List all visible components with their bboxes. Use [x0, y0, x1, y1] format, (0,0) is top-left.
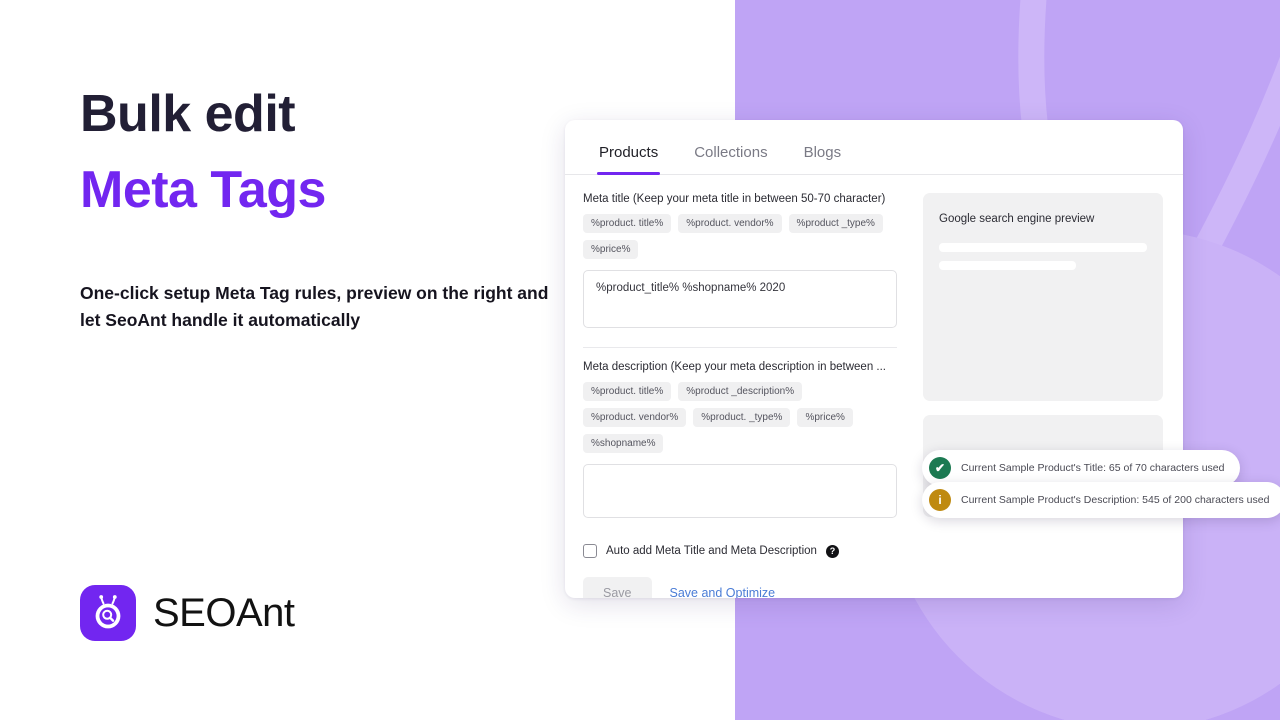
chip-desc-product-title[interactable]: %product. title%: [583, 382, 672, 401]
auto-add-checkbox[interactable]: [583, 544, 597, 558]
meta-description-input[interactable]: [583, 464, 897, 518]
preview-skeleton-line-1: [939, 243, 1147, 252]
preview-skeleton-line-2: [939, 261, 1077, 270]
chip-product-vendor[interactable]: %product. vendor%: [678, 214, 782, 233]
chip-desc-product-vendor[interactable]: %product. vendor%: [583, 408, 687, 427]
tab-products[interactable]: Products: [583, 145, 674, 175]
hero-section: Bulk edit Meta Tags One-click setup Meta…: [80, 86, 560, 335]
save-and-optimize-link[interactable]: Save and Optimize: [670, 586, 776, 598]
app-card: Products Collections Blogs Meta title (K…: [565, 120, 1183, 598]
check-circle-icon: ✔: [929, 457, 951, 479]
chip-desc-product-type[interactable]: %product. _type%: [693, 408, 791, 427]
toast-description-characters[interactable]: i Current Sample Product's Description: …: [922, 482, 1280, 518]
brand-name: SEOAnt: [153, 590, 295, 635]
chip-desc-product-description[interactable]: %product _description%: [678, 382, 803, 401]
chip-product-type[interactable]: %product _type%: [788, 214, 883, 233]
meta-description-chips: %product. title% %product _description% …: [583, 382, 897, 453]
tab-blogs[interactable]: Blogs: [788, 145, 858, 174]
google-preview-title: Google search engine preview: [939, 213, 1095, 225]
chip-product-title[interactable]: %product. title%: [583, 214, 672, 233]
page-title-line1: Bulk edit: [80, 85, 296, 143]
ant-glyph: [95, 595, 121, 629]
form-column: Meta title (Keep your meta title in betw…: [583, 193, 897, 558]
tab-collections[interactable]: Collections: [678, 145, 783, 174]
meta-description-field: Meta description (Keep your meta descrip…: [583, 361, 897, 518]
page-title-line2: Meta Tags: [80, 161, 326, 220]
meta-title-input[interactable]: %product_title% %shopname% 2020: [583, 270, 897, 328]
chip-desc-price[interactable]: %price%: [797, 408, 853, 427]
section-divider: [583, 347, 897, 348]
meta-description-label: Meta description (Keep your meta descrip…: [583, 361, 886, 373]
toast-title-characters[interactable]: ✔ Current Sample Product's Title: 65 of …: [922, 450, 1241, 486]
google-preview-card: Google search engine preview: [923, 193, 1163, 401]
toast-title-text: Current Sample Product's Title: 65 of 70…: [961, 462, 1225, 474]
info-circle-icon: i: [929, 489, 951, 511]
tab-bar: Products Collections Blogs: [565, 120, 1183, 175]
auto-add-row[interactable]: Auto add Meta Title and Meta Description…: [583, 518, 897, 558]
meta-title-field: Meta title (Keep your meta title in betw…: [583, 193, 897, 328]
meta-title-chips: %product. title% %product. vendor% %prod…: [583, 214, 897, 259]
question-mark-icon[interactable]: ?: [825, 544, 839, 558]
hero-subtitle: One-click setup Meta Tag rules, preview …: [80, 283, 549, 331]
ant-search-logo-icon: [80, 585, 136, 641]
chip-desc-shopname[interactable]: %shopname%: [583, 434, 664, 453]
chip-price[interactable]: %price%: [583, 240, 639, 259]
brand-logo: SEOAnt: [80, 585, 295, 641]
auto-add-label: Auto add Meta Title and Meta Description: [606, 545, 817, 557]
save-button[interactable]: Save: [583, 577, 652, 598]
card-footer: Save Save and Optimize: [565, 558, 1183, 598]
screenshot-root: Bulk edit Meta Tags One-click setup Meta…: [0, 0, 1280, 720]
meta-title-label: Meta title (Keep your meta title in betw…: [583, 193, 886, 205]
toast-description-text: Current Sample Product's Description: 54…: [961, 494, 1270, 506]
